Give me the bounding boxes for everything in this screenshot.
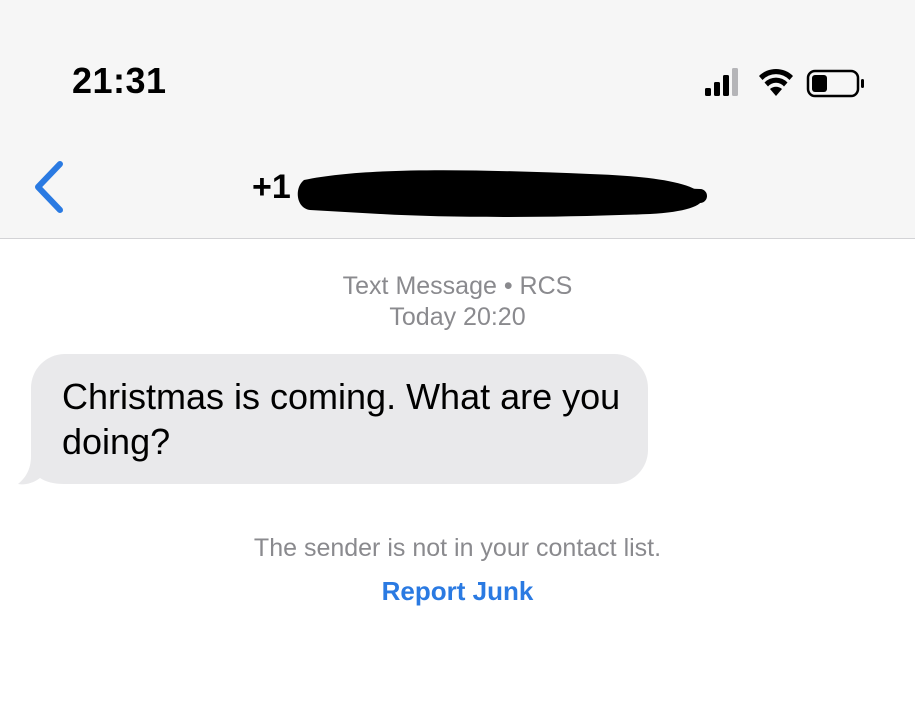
status-icons [705, 68, 864, 98]
contact-title[interactable]: +1 [252, 168, 291, 207]
wifi-icon [759, 68, 793, 96]
back-button[interactable] [30, 158, 70, 216]
incoming-message-bubble[interactable]: Christmas is coming. What are you doing? [14, 352, 664, 492]
message-timestamp: Today 20:20 [389, 303, 526, 331]
redaction-scribble [297, 170, 707, 217]
navigation-header: 21:31 +1 [0, 0, 915, 239]
cellular-signal-icon [705, 68, 738, 96]
service-label: Text Message • RCS [342, 272, 573, 300]
chevron-left-icon [35, 161, 63, 213]
battery-icon [806, 69, 864, 98]
message-text: Christmas is coming. What are you doing? [62, 376, 621, 462]
report-junk-link[interactable]: Report Junk [0, 576, 915, 607]
sender-not-in-contacts-note: The sender is not in your contact list. [253, 534, 662, 562]
status-time: 21:31 [72, 60, 167, 101]
messages-screen: 21:31 +1 Text Message • RCS Today 20:20 … [0, 0, 915, 711]
contact-phone-prefix: +1 [252, 168, 291, 206]
